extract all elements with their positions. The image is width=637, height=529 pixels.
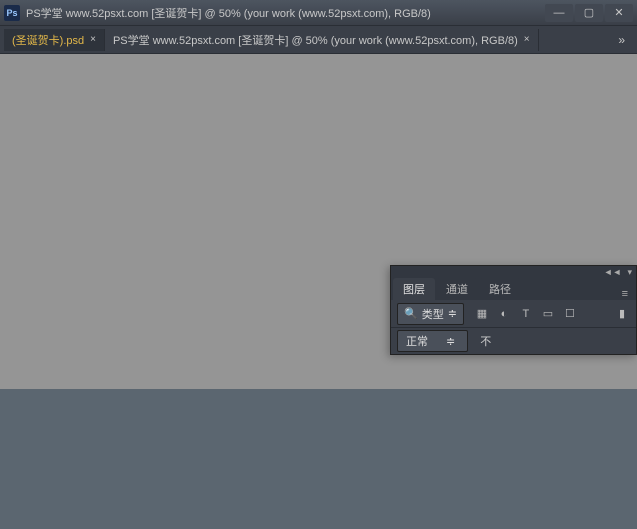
close-button[interactable]: ✕ <box>605 4 633 22</box>
opacity-label: 不 <box>480 333 491 349</box>
document-tab-strip: (圣诞贺卡).psd × PS学堂 www.52psxt.com [圣诞贺卡] … <box>0 26 637 54</box>
filter-smart-icon[interactable]: ☐ <box>562 306 578 322</box>
layer-filter-kind-select[interactable]: 🔍 类型 ≑ <box>397 303 464 325</box>
document-tab-label: PS学堂 www.52psxt.com [圣诞贺卡] @ 50% (your w… <box>113 32 518 48</box>
window-title: PS学堂 www.52psxt.com [圣诞贺卡] @ 50% (your w… <box>26 5 545 21</box>
tab-close-icon[interactable]: × <box>90 34 96 45</box>
panel-collapse-bar: ◄◄ ▾ <box>391 266 636 278</box>
collapse-menu-icon[interactable]: ▾ <box>627 267 632 278</box>
lower-cutoff-region <box>0 389 637 529</box>
tab-close-icon[interactable]: × <box>524 34 530 45</box>
chevron-down-icon: ≑ <box>448 307 457 320</box>
blend-mode-value: 正常 <box>406 333 428 349</box>
chevron-down-icon: ≑ <box>446 335 455 348</box>
collapse-left-icon[interactable]: ◄◄ <box>604 267 622 277</box>
blend-mode-select[interactable]: 正常 ≑ <box>397 330 468 352</box>
panel-tab-paths[interactable]: 路径 <box>479 278 521 300</box>
filter-kind-label: 类型 <box>422 306 444 322</box>
filter-toggle-switch[interactable]: ▮ <box>614 306 630 322</box>
search-icon: 🔍 <box>404 307 418 320</box>
layer-filter-row: 🔍 类型 ≑ ▦ ◐ T ▭ ☐ ▮ <box>391 300 636 328</box>
layer-filter-icons: ▦ ◐ T ▭ ☐ <box>474 306 578 322</box>
filter-shape-icon[interactable]: ▭ <box>540 306 556 322</box>
tab-overflow-button[interactable]: » <box>610 33 633 47</box>
blend-mode-row: 正常 ≑ 不 <box>391 328 636 354</box>
window-titlebar: Ps PS学堂 www.52psxt.com [圣诞贺卡] @ 50% (you… <box>0 0 637 26</box>
panel-tab-strip: 图层 通道 路径 ≡ <box>391 278 636 300</box>
panel-tab-layers[interactable]: 图层 <box>393 278 435 300</box>
canvas[interactable]: ◄◄ ▾ 图层 通道 路径 ≡ 🔍 类型 ≑ ▦ ◐ T ▭ ☐ ▮ <box>0 54 637 529</box>
window-controls: — ▢ ✕ <box>545 4 633 22</box>
filter-adjust-icon[interactable]: ◐ <box>496 306 512 322</box>
app-icon: Ps <box>4 5 20 21</box>
maximize-button[interactable]: ▢ <box>575 4 603 22</box>
document-tab-label: (圣诞贺卡).psd <box>12 32 84 48</box>
document-tab[interactable]: PS学堂 www.52psxt.com [圣诞贺卡] @ 50% (your w… <box>105 29 539 51</box>
filter-pixel-icon[interactable]: ▦ <box>474 306 490 322</box>
document-tab[interactable]: (圣诞贺卡).psd × <box>4 29 105 51</box>
minimize-button[interactable]: — <box>545 4 573 22</box>
filter-type-icon[interactable]: T <box>518 306 534 322</box>
panel-tab-channels[interactable]: 通道 <box>436 278 478 300</box>
layers-panel: ◄◄ ▾ 图层 通道 路径 ≡ 🔍 类型 ≑ ▦ ◐ T ▭ ☐ ▮ <box>390 265 637 355</box>
panel-menu-icon[interactable]: ≡ <box>616 288 634 300</box>
